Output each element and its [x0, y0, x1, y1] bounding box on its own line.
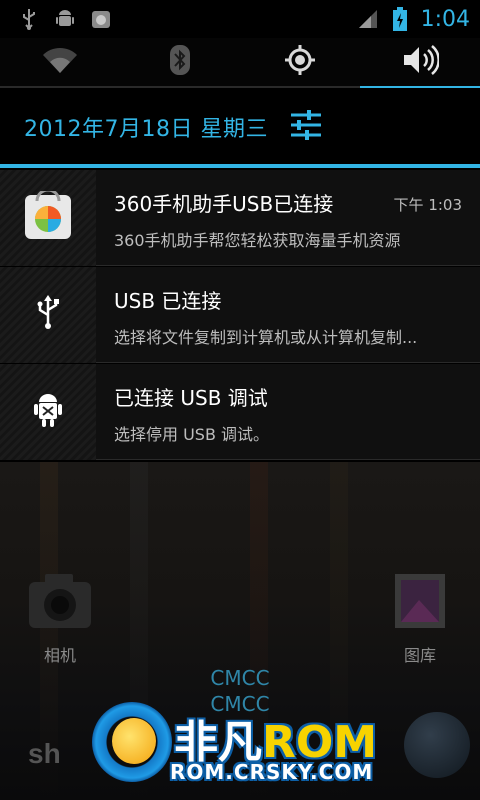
- usb-icon: [35, 295, 61, 335]
- app-store-icon: [90, 8, 112, 30]
- carrier-label: CMCC: [210, 666, 270, 690]
- signal-icon: [357, 8, 379, 30]
- usb-icon: [18, 8, 40, 30]
- home-app-gallery[interactable]: 图库: [370, 570, 470, 666]
- notification-text: 选择将文件复制到计算机或从计算机复制...: [114, 328, 418, 347]
- clock: 1:04: [420, 6, 470, 32]
- home-app-camera[interactable]: 相机: [10, 570, 110, 666]
- watermark-url: ROM.CRSKY.COM: [170, 760, 374, 784]
- notification-usb-debugging[interactable]: 已连接 USB 调试 选择停用 USB 调试。: [0, 364, 480, 460]
- notification-title: USB 已连接: [114, 289, 222, 313]
- android-debug-icon: [54, 8, 76, 30]
- bluetooth-toggle[interactable]: [120, 38, 240, 88]
- notification-text: 选择停用 USB 调试。: [114, 425, 270, 444]
- sound-toggle[interactable]: [360, 38, 480, 88]
- dock-left-text: sh: [28, 738, 61, 769]
- quick-toggles: [0, 38, 480, 88]
- battery-charging-icon: [389, 7, 411, 31]
- status-bar: 1:04: [0, 0, 480, 38]
- date-header: 2012年7月18日 星期三: [0, 90, 480, 168]
- watermark-logo: 非凡ROM ROM.CRSKY.COM: [86, 700, 426, 796]
- home-app-label: 图库: [403, 646, 436, 665]
- gps-toggle[interactable]: [240, 38, 360, 88]
- notification-360-usb[interactable]: 360手机助手USB已连接 360手机助手帮您轻松获取海量手机资源 下午 1:0…: [0, 170, 480, 266]
- bluetooth-icon: [169, 44, 191, 80]
- notification-text: 360手机助手帮您轻松获取海量手机资源: [114, 231, 401, 250]
- app-store-icon: [23, 188, 73, 245]
- wifi-toggle[interactable]: [0, 38, 120, 88]
- settings-sliders-icon: [289, 110, 323, 144]
- settings-button[interactable]: [286, 107, 326, 147]
- notification-usb-connected[interactable]: USB 已连接 选择将文件复制到计算机或从计算机复制...: [0, 267, 480, 363]
- android-debug-icon: [31, 391, 65, 433]
- notification-time: 下午 1:03: [393, 196, 462, 214]
- volume-icon: [401, 43, 440, 81]
- wifi-icon: [41, 45, 79, 79]
- notification-title: 已连接 USB 调试: [114, 386, 268, 410]
- gps-icon: [283, 43, 317, 81]
- date-label: 2012年7月18日 星期三: [24, 117, 268, 142]
- home-app-label: 相机: [43, 646, 76, 665]
- gallery-icon: [389, 574, 451, 636]
- camera-icon: [25, 574, 95, 636]
